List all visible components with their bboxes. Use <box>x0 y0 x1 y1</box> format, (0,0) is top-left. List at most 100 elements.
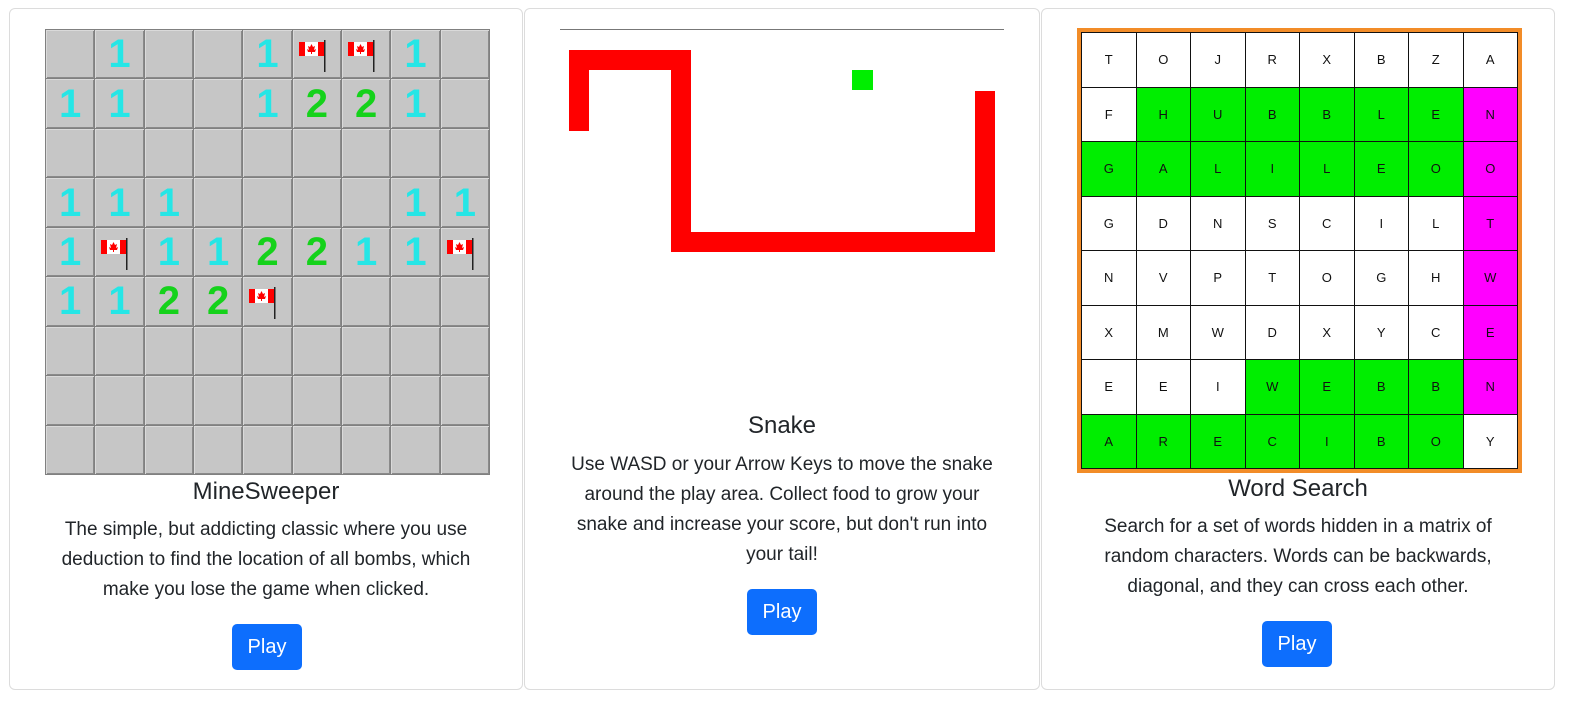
letter-cell: N <box>1463 87 1517 141</box>
mine-count: 2 <box>305 229 328 274</box>
letter-cell: E <box>1463 305 1517 359</box>
letter-cell: I <box>1300 414 1354 468</box>
letter-cell: X <box>1082 305 1136 359</box>
letter-cell: O <box>1409 414 1463 468</box>
letter-cell: U <box>1191 87 1245 141</box>
mine-cell <box>144 30 193 79</box>
mine-cell <box>95 227 144 277</box>
letter-cell: B <box>1354 360 1408 414</box>
mine-cell: 1 <box>391 227 440 277</box>
snake-segment <box>671 232 995 252</box>
mine-cell: 1 <box>144 227 193 277</box>
letter-cell: E <box>1136 360 1190 414</box>
letter-cell: E <box>1082 360 1136 414</box>
mine-cell: 1 <box>46 79 95 128</box>
flag-icon <box>347 40 375 72</box>
mine-cell <box>440 326 489 376</box>
mine-cell <box>292 178 341 227</box>
mine-cell <box>46 425 95 474</box>
letter-cell: B <box>1245 87 1299 141</box>
letter-cell: G <box>1354 251 1408 305</box>
mine-cell: 2 <box>193 277 243 326</box>
mine-count: 1 <box>108 81 131 126</box>
mine-cell <box>193 178 243 227</box>
mine-cell <box>292 326 341 376</box>
mine-cell <box>440 425 489 474</box>
mine-cell <box>193 326 243 376</box>
letter-cell: T <box>1463 196 1517 250</box>
mine-count: 1 <box>355 229 378 274</box>
letter-cell: B <box>1300 87 1354 141</box>
letter-cell: H <box>1409 251 1463 305</box>
mine-count: 2 <box>355 81 378 126</box>
mine-cell <box>95 376 144 425</box>
letter-cell: C <box>1300 196 1354 250</box>
mine-cell <box>341 376 391 425</box>
mine-count: 2 <box>256 229 279 274</box>
mine-cell <box>391 128 440 178</box>
play-button[interactable]: Play <box>232 624 302 670</box>
mine-cell <box>243 128 292 178</box>
mine-cell <box>193 30 243 79</box>
mine-count: 1 <box>404 180 427 225</box>
letter-cell: E <box>1409 87 1463 141</box>
mine-cell <box>144 425 193 474</box>
mine-count: 1 <box>108 180 131 225</box>
letter-cell: W <box>1191 305 1245 359</box>
minesweeper-card: 1111112211111111122111122 MineSweeper Th… <box>9 8 523 690</box>
mine-cell: 1 <box>391 178 440 227</box>
mine-cell <box>341 178 391 227</box>
mine-count: 1 <box>404 32 427 77</box>
letter-cell: Y <box>1354 305 1408 359</box>
letter-cell: I <box>1191 360 1245 414</box>
mine-count: 1 <box>453 180 476 225</box>
mine-cell <box>440 277 489 326</box>
mine-cell: 1 <box>46 277 95 326</box>
letter-cell: H <box>1136 87 1190 141</box>
mine-cell <box>193 376 243 425</box>
card-title: Word Search <box>1228 475 1368 502</box>
minesweeper-preview-board: 1111112211111111122111122 <box>45 29 490 475</box>
mine-count: 1 <box>256 32 279 77</box>
play-button[interactable]: Play <box>1262 621 1332 667</box>
letter-cell: D <box>1245 305 1299 359</box>
card-title: Snake <box>747 412 817 439</box>
mine-cell: 1 <box>243 79 292 128</box>
letter-cell: X <box>1300 33 1354 87</box>
letter-cell: E <box>1300 360 1354 414</box>
mine-count: 1 <box>256 81 279 126</box>
letter-cell: I <box>1245 142 1299 196</box>
mine-cell <box>243 178 292 227</box>
mine-cell <box>144 79 193 128</box>
card-title: MineSweeper <box>192 478 340 505</box>
mine-cell <box>193 79 243 128</box>
mine-count: 1 <box>59 81 82 126</box>
mine-cell: 2 <box>144 277 193 326</box>
letter-cell: B <box>1409 360 1463 414</box>
letter-cell: N <box>1082 251 1136 305</box>
mine-cell <box>46 376 95 425</box>
mine-count: 1 <box>108 32 131 77</box>
mine-cell: 1 <box>95 79 144 128</box>
letter-cell: Y <box>1463 414 1517 468</box>
mine-cell <box>46 30 95 79</box>
mine-cell: 2 <box>243 227 292 277</box>
letter-cell: W <box>1463 251 1517 305</box>
letter-cell: O <box>1409 142 1463 196</box>
mine-count: 1 <box>404 81 427 126</box>
letter-cell: L <box>1409 196 1463 250</box>
snake-segment <box>975 91 995 252</box>
mine-cell <box>144 326 193 376</box>
letter-cell: S <box>1245 196 1299 250</box>
letter-cell: L <box>1191 142 1245 196</box>
mine-count: 2 <box>305 81 328 126</box>
food-pellet <box>852 70 873 90</box>
mine-cell <box>341 277 391 326</box>
letter-cell: G <box>1082 196 1136 250</box>
letter-cell: A <box>1136 142 1190 196</box>
mine-cell <box>391 277 440 326</box>
play-button[interactable]: Play <box>747 589 817 635</box>
letter-cell: N <box>1463 360 1517 414</box>
letter-cell: V <box>1136 251 1190 305</box>
mine-cell <box>391 425 440 474</box>
